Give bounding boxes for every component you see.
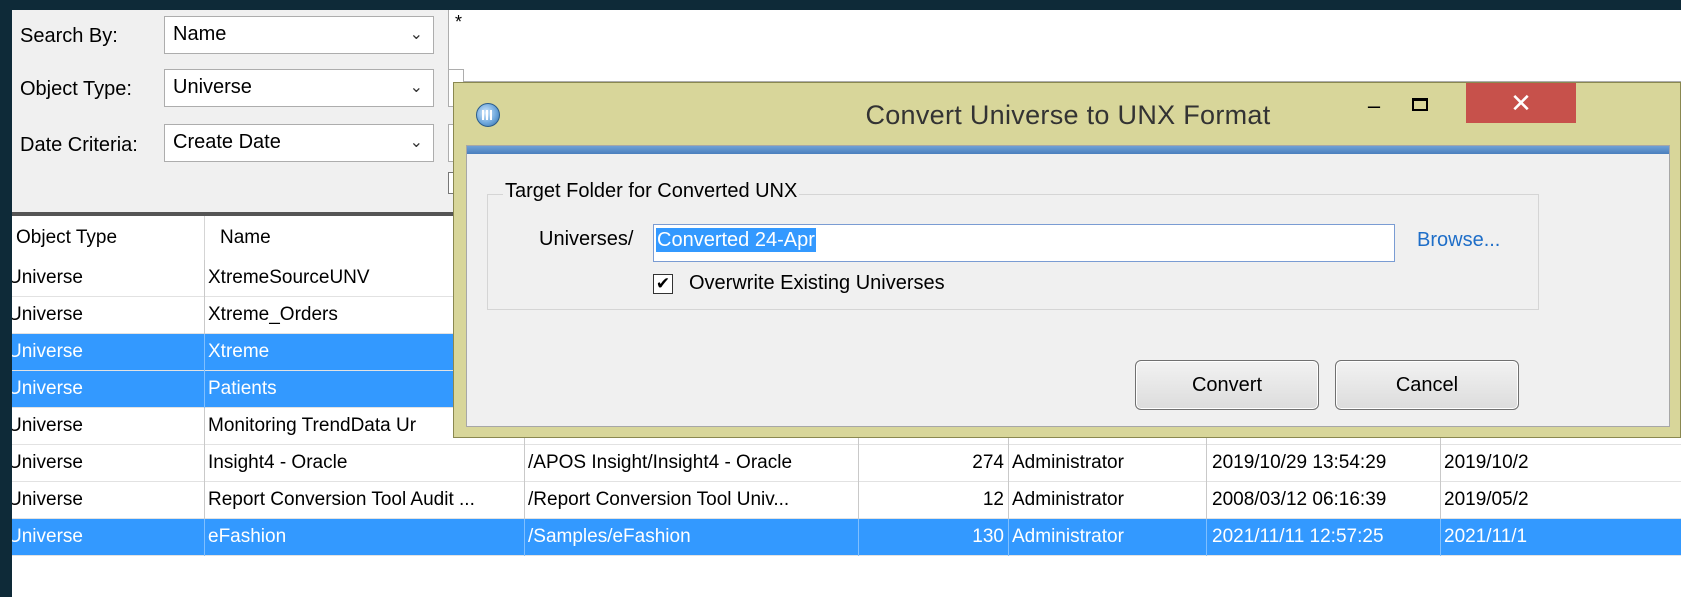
chevron-down-icon: ⌄	[409, 134, 423, 151]
cell-created: 2021/11/11 12:57:25	[1212, 526, 1384, 547]
header-object-type[interactable]: Object Type	[16, 227, 117, 249]
column-gridline	[1440, 445, 1441, 482]
close-button[interactable]: ✕	[1466, 83, 1576, 123]
column-gridline	[1206, 519, 1207, 556]
group-title: Target Folder for Converted UNX	[503, 180, 800, 203]
cell-name: Insight4 - Oracle	[208, 452, 348, 473]
column-gridline	[204, 408, 205, 445]
cell-modified: 2019/05/2	[1444, 489, 1529, 510]
column-gridline	[1008, 519, 1009, 556]
table-row[interactable]: Universe eFashion/Samples/eFashion 130 Admi…	[12, 519, 1681, 556]
cell-size: 130	[972, 526, 1004, 547]
cell-size: 12	[982, 489, 1004, 510]
cell-path: /APOS Insight/Insight4 - Oracle	[528, 452, 793, 473]
search-by-value: Name	[173, 23, 227, 45]
convert-dialog: Convert Universe to UNX Format – ✕ Targe…	[453, 82, 1681, 438]
chevron-down-icon: ⌄	[409, 79, 423, 96]
table-row[interactable]: Universe Report Conversion Tool Audit ...…	[12, 482, 1681, 519]
cell-modified: 2021/11/1	[1444, 526, 1528, 547]
column-gridline	[204, 260, 205, 297]
cell-object-type: Universe	[12, 415, 83, 436]
cancel-button[interactable]: Cancel	[1335, 360, 1519, 410]
folder-name-input[interactable]: Converted 24-Apr	[653, 224, 1395, 262]
table-row[interactable]: Universe Insight4 - Oracle/APOS Insight/I…	[12, 445, 1681, 482]
column-gridline	[524, 482, 525, 519]
cell-owner: Administrator	[1012, 526, 1124, 547]
column-gridline	[524, 445, 525, 482]
cell-created: 2019/10/29 13:54:29	[1212, 452, 1387, 473]
overwrite-label[interactable]: Overwrite Existing Universes	[689, 272, 945, 295]
column-gridline	[858, 519, 859, 556]
column-gridline	[1008, 445, 1009, 482]
object-type-select[interactable]: Universe ⌄	[164, 69, 434, 107]
cell-object-type: Universe	[12, 526, 83, 547]
cell-name: Report Conversion Tool Audit ...	[208, 489, 475, 510]
column-gridline	[204, 445, 205, 482]
browse-link[interactable]: Browse...	[1417, 229, 1500, 252]
path-prefix-label: Universes/	[539, 228, 634, 250]
dialog-accent-bar	[467, 146, 1669, 154]
cell-object-type: Universe	[12, 452, 83, 473]
cell-owner: Administrator	[1012, 489, 1124, 510]
column-gridline	[858, 445, 859, 482]
folder-name-value: Converted 24-Apr	[656, 228, 816, 252]
cell-path: /Report Conversion Tool Univ...	[528, 489, 790, 510]
column-gridline	[1440, 519, 1441, 556]
column-gridline	[204, 371, 205, 408]
column-gridline	[858, 482, 859, 519]
cell-object-type: Universe	[12, 341, 83, 362]
cell-size: 274	[972, 452, 1004, 473]
cell-modified: 2019/10/2	[1444, 452, 1529, 473]
cell-object-type: Universe	[12, 378, 83, 399]
overwrite-checkbox[interactable]: ✔	[653, 274, 673, 294]
maximize-icon	[1412, 98, 1428, 111]
date-criteria-value: Create Date	[173, 131, 281, 153]
column-gridline	[1008, 482, 1009, 519]
cell-created: 2008/03/12 06:16:39	[1212, 489, 1387, 510]
search-input[interactable]: *	[448, 10, 1681, 82]
minimize-button[interactable]: –	[1351, 87, 1397, 125]
column-gridline	[1440, 482, 1441, 519]
convert-button[interactable]: Convert	[1135, 360, 1319, 410]
date-criteria-select[interactable]: Create Date ⌄	[164, 124, 434, 162]
date-criteria-label: Date Criteria:	[20, 134, 138, 156]
object-type-value: Universe	[173, 76, 252, 98]
chevron-down-icon: ⌄	[409, 26, 423, 43]
column-gridline	[204, 334, 205, 371]
header-name[interactable]: Name	[220, 227, 271, 249]
object-type-label: Object Type:	[20, 78, 132, 100]
cell-object-type: Universe	[12, 489, 83, 510]
dialog-body: Target Folder for Converted UNX Universe…	[466, 145, 1670, 427]
column-gridline	[204, 482, 205, 519]
column-gridline	[524, 519, 525, 556]
cell-name: eFashion	[208, 526, 287, 547]
search-by-label: Search By:	[20, 25, 118, 47]
dialog-titlebar[interactable]: Convert Universe to UNX Format – ✕	[454, 83, 1681, 145]
column-gridline	[1206, 445, 1207, 482]
cell-owner: Administrator	[1012, 452, 1124, 473]
cell-path: /Samples/eFashion	[528, 526, 691, 547]
column-gridline	[204, 519, 205, 556]
cell-object-type: Universe	[12, 304, 83, 325]
column-divider[interactable]	[204, 216, 205, 260]
maximize-button[interactable]	[1397, 87, 1443, 125]
column-gridline	[1206, 482, 1207, 519]
cell-object-type: Universe	[12, 267, 83, 288]
search-text: *	[455, 12, 463, 32]
column-gridline	[204, 297, 205, 334]
search-by-select[interactable]: Name ⌄	[164, 16, 434, 54]
